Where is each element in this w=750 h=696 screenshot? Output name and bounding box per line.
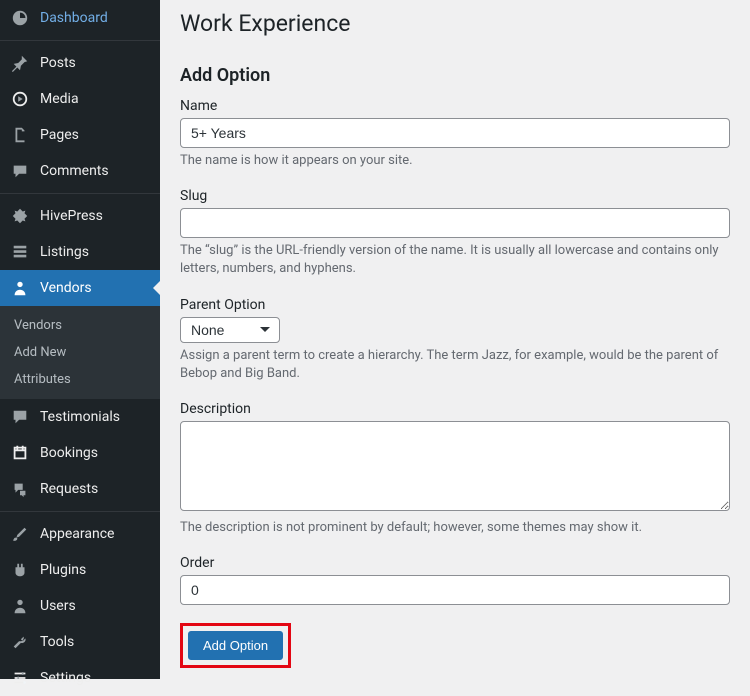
- vendors-submenu: Vendors Add New Attributes: [0, 306, 160, 399]
- sidebar-label: Vendors: [40, 280, 92, 296]
- submit-highlight: Add Option: [180, 623, 291, 668]
- order-field-group: Order: [180, 555, 730, 605]
- order-input[interactable]: [180, 575, 730, 605]
- sidebar-label: Settings: [40, 670, 91, 686]
- sidebar-label: Plugins: [40, 562, 86, 578]
- name-label: Name: [180, 98, 730, 114]
- sidebar-label: Posts: [40, 55, 76, 71]
- sidebar-item-bookings[interactable]: Bookings: [0, 435, 160, 471]
- sidebar-label: Pages: [40, 127, 79, 143]
- sidebar-item-requests[interactable]: Requests: [0, 471, 160, 507]
- sidebar-item-media[interactable]: Media: [0, 81, 160, 117]
- parent-select[interactable]: None: [180, 317, 280, 343]
- sidebar-label: Appearance: [40, 526, 114, 542]
- sidebar-label: Dashboard: [40, 10, 108, 26]
- users-icon: [10, 596, 30, 616]
- add-option-button[interactable]: Add Option: [188, 631, 283, 660]
- name-input[interactable]: [180, 118, 730, 148]
- sidebar-label: HivePress: [40, 208, 103, 224]
- description-label: Description: [180, 401, 730, 417]
- hivepress-icon: [10, 206, 30, 226]
- sidebar-item-dashboard[interactable]: Dashboard: [0, 0, 160, 36]
- submenu-item-vendors[interactable]: Vendors: [0, 312, 160, 339]
- section-title: Add Option: [180, 65, 730, 86]
- parent-select-wrap: None: [180, 317, 280, 343]
- slug-hint: The “slug” is the URL-friendly version o…: [180, 242, 730, 278]
- sidebar-item-users[interactable]: Users: [0, 588, 160, 624]
- sidebar-label: Requests: [40, 481, 98, 497]
- sidebar-item-testimonials[interactable]: Testimonials: [0, 399, 160, 435]
- testimonials-icon: [10, 407, 30, 427]
- pin-icon: [10, 53, 30, 73]
- dashboard-icon: [10, 8, 30, 28]
- sidebar-item-plugins[interactable]: Plugins: [0, 552, 160, 588]
- submenu-item-add-new[interactable]: Add New: [0, 339, 160, 366]
- sidebar-item-comments[interactable]: Comments: [0, 153, 160, 189]
- description-textarea[interactable]: [180, 421, 730, 511]
- brush-icon: [10, 524, 30, 544]
- description-field-group: Description The description is not promi…: [180, 401, 730, 537]
- slug-field-group: Slug The “slug” is the URL-friendly vers…: [180, 188, 730, 278]
- sidebar-item-vendors[interactable]: Vendors: [0, 270, 160, 306]
- page-title: Work Experience: [180, 10, 730, 37]
- sidebar-label: Testimonials: [40, 409, 120, 425]
- vendors-icon: [10, 278, 30, 298]
- media-icon: [10, 89, 30, 109]
- sidebar-item-posts[interactable]: Posts: [0, 45, 160, 81]
- calendar-icon: [10, 443, 30, 463]
- sidebar-label: Comments: [40, 163, 109, 179]
- comment-icon: [10, 161, 30, 181]
- sidebar-label: Media: [40, 91, 79, 107]
- sidebar-label: Users: [40, 598, 76, 614]
- parent-hint: Assign a parent term to create a hierarc…: [180, 347, 730, 383]
- settings-icon: [10, 668, 30, 688]
- parent-label: Parent Option: [180, 297, 730, 313]
- name-field-group: Name The name is how it appears on your …: [180, 98, 730, 170]
- sidebar-item-tools[interactable]: Tools: [0, 624, 160, 660]
- sidebar-item-hivepress[interactable]: HivePress: [0, 198, 160, 234]
- plugin-icon: [10, 560, 30, 580]
- sidebar-label: Tools: [40, 634, 74, 650]
- submenu-item-attributes[interactable]: Attributes: [0, 366, 160, 393]
- sidebar-label: Bookings: [40, 445, 98, 461]
- main-content: Work Experience Add Option Name The name…: [160, 0, 750, 679]
- name-hint: The name is how it appears on your site.: [180, 152, 730, 170]
- slug-input[interactable]: [180, 208, 730, 238]
- sidebar-item-pages[interactable]: Pages: [0, 117, 160, 153]
- order-label: Order: [180, 555, 730, 571]
- sidebar-item-settings[interactable]: Settings: [0, 660, 160, 696]
- requests-icon: [10, 479, 30, 499]
- parent-field-group: Parent Option None Assign a parent term …: [180, 297, 730, 383]
- admin-sidebar: Dashboard Posts Media Pages Comments Hiv…: [0, 0, 160, 679]
- sidebar-item-listings[interactable]: Listings: [0, 234, 160, 270]
- slug-label: Slug: [180, 188, 730, 204]
- listings-icon: [10, 242, 30, 262]
- sidebar-item-appearance[interactable]: Appearance: [0, 516, 160, 552]
- sidebar-label: Listings: [40, 244, 89, 260]
- wrench-icon: [10, 632, 30, 652]
- pages-icon: [10, 125, 30, 145]
- description-hint: The description is not prominent by defa…: [180, 519, 730, 537]
